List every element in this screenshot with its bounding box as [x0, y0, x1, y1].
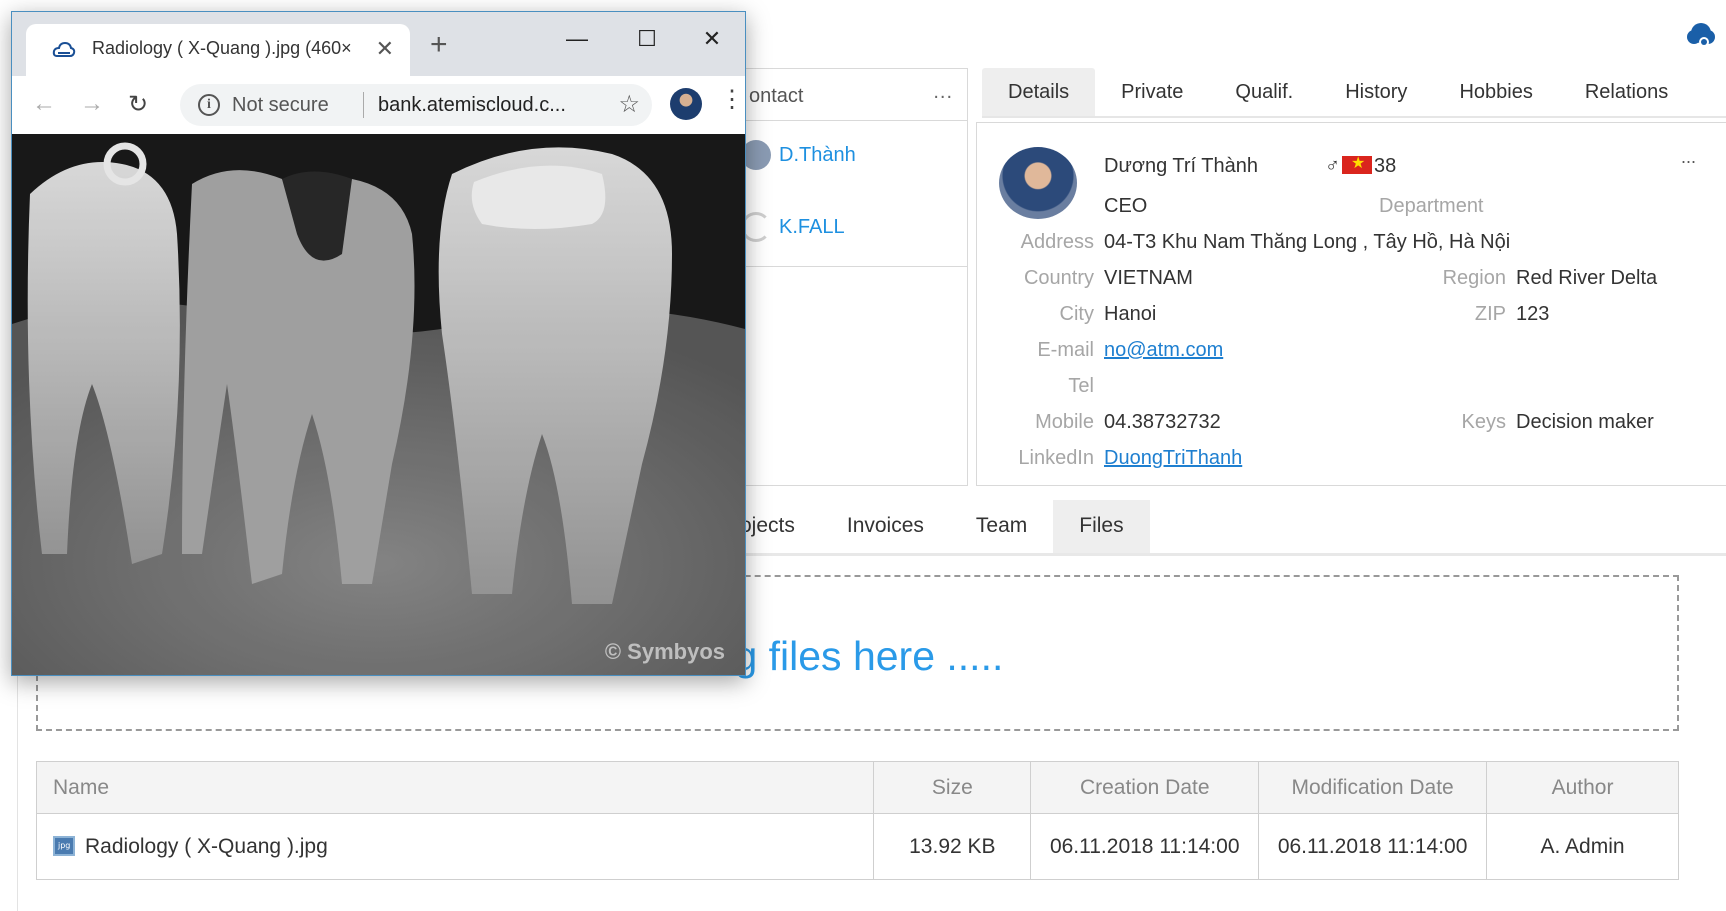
close-tab-icon[interactable]: ✕ [376, 36, 394, 62]
contact-item[interactable]: K.FALL [741, 209, 845, 245]
tab-team[interactable]: Team [950, 500, 1053, 553]
tab-private[interactable]: Private [1095, 68, 1209, 116]
cloud-favicon-icon [52, 41, 76, 57]
table-row[interactable]: Radiology ( X-Quang ).jpg 13.92 KB 06.11… [35, 813, 1679, 880]
zip-value: 123 [1516, 303, 1550, 325]
person-name: Dương Trí Thành [1104, 155, 1258, 177]
tab-qualif[interactable]: Qualif. [1209, 68, 1319, 116]
keys-label: Keys [1461, 411, 1506, 433]
contact-name: K.FALL [779, 215, 845, 238]
country-label: Country [1023, 267, 1094, 289]
new-tab-icon[interactable]: + [430, 30, 448, 60]
details-panel: Dương Trí Thành ♂ 38 ... CEO Department A… [976, 122, 1726, 486]
menu-kebab-icon[interactable]: ⋮ [720, 88, 744, 112]
contact-item[interactable]: D.Thành [741, 137, 856, 173]
divider [363, 92, 364, 118]
vietnam-flag-icon [1342, 153, 1372, 174]
minimize-icon[interactable]: — [542, 26, 612, 52]
details-more-button[interactable]: ... [1681, 147, 1696, 168]
contact-panel-title: ontact [749, 85, 804, 107]
tab-files[interactable]: Files [1053, 500, 1150, 553]
tab-invoices[interactable]: Invoices [821, 500, 950, 553]
tel-label: Tel [1068, 375, 1094, 397]
image-popup-window[interactable]: Radiology ( X-Quang ).jpg (460× ✕ + — ☐ … [11, 11, 746, 676]
gender-icon: ♂ [1325, 155, 1340, 177]
reload-icon[interactable]: ↻ [128, 90, 148, 119]
image-watermark: © Symbyos [604, 639, 725, 664]
keys-value: Decision maker [1516, 411, 1654, 433]
url-text[interactable]: bank.atemiscloud.c... [378, 94, 566, 117]
contact-name: D.Thành [779, 143, 856, 166]
mobile-label: Mobile [1035, 411, 1094, 433]
col-name-header[interactable]: Name [35, 761, 875, 814]
file-created: 06.11.2018 11:14:00 [1030, 813, 1260, 880]
details-tab-bar: Details Private Qualif. History Hobbies … [982, 68, 1726, 118]
dental-xray-graphic [12, 134, 745, 675]
tab-relations[interactable]: Relations [1559, 68, 1694, 116]
files-table: Name Size Creation Date Modification Dat… [35, 761, 1679, 880]
profile-avatar[interactable] [670, 88, 702, 120]
bookmark-star-icon[interactable]: ☆ [618, 90, 640, 119]
region-value: Red River Delta [1516, 267, 1658, 289]
xray-image: © Symbyos [12, 134, 745, 675]
city-value: Hanoi [1104, 303, 1157, 325]
security-label: Not secure [232, 94, 329, 116]
back-icon[interactable]: ← [32, 90, 56, 118]
linkedin-label: LinkedIn [1018, 447, 1094, 469]
person-photo [999, 147, 1077, 219]
col-author-header[interactable]: Author [1486, 761, 1679, 814]
linkedin-link[interactable]: DuongTriThanh [1104, 447, 1242, 470]
jpg-file-icon [53, 835, 75, 856]
contact-more-button[interactable]: ... [933, 81, 953, 104]
col-creation-header[interactable]: Creation Date [1030, 761, 1260, 814]
region-label: Region [1442, 267, 1506, 289]
tab-history[interactable]: History [1319, 68, 1433, 116]
file-modified: 06.11.2018 11:14:00 [1258, 813, 1488, 880]
forward-icon[interactable]: → [80, 90, 104, 118]
file-name: Radiology ( X-Quang ).jpg [85, 834, 328, 858]
zip-label: ZIP [1474, 303, 1506, 325]
address-label: Address [1020, 231, 1094, 253]
country-value: VIETNAM [1104, 267, 1193, 289]
address-bar[interactable]: i Not secure bank.atemiscloud.c... ☆ [180, 84, 652, 126]
person-position: CEO [1104, 195, 1148, 217]
email-label: E-mail [1037, 339, 1094, 361]
browser-tab[interactable]: Radiology ( X-Quang ).jpg (460× ✕ [26, 24, 410, 76]
browser-tab-title: Radiology ( X-Quang ).jpg (460× [92, 38, 352, 58]
tab-details[interactable]: Details [982, 68, 1096, 116]
city-label: City [1059, 303, 1094, 325]
col-modification-header[interactable]: Modification Date [1258, 761, 1488, 814]
close-window-icon[interactable]: ✕ [677, 26, 747, 52]
browser-toolbar: ← → ↻ i Not secure bank.atemiscloud.c...… [12, 76, 745, 134]
email-link[interactable]: no@atm.com [1104, 339, 1223, 362]
file-author: A. Admin [1486, 813, 1679, 880]
bottom-tab-bar: ojects Invoices Team Files [700, 500, 1726, 556]
tab-hobbies[interactable]: Hobbies [1433, 68, 1558, 116]
info-icon[interactable]: i [198, 94, 220, 116]
address-value: 04-T3 Khu Nam Thăng Long , Tây Hồ, Hà Nộ… [1104, 231, 1511, 253]
window-titlebar[interactable]: Radiology ( X-Quang ).jpg (460× ✕ + — ☐ … [12, 12, 745, 76]
file-size: 13.92 KB [873, 813, 1032, 880]
col-size-header[interactable]: Size [873, 761, 1032, 814]
mobile-value: 04.38732732 [1104, 411, 1221, 433]
person-age: 38 [1374, 155, 1397, 177]
gender-age: ♂ 38 [1325, 153, 1397, 178]
file-name-cell[interactable]: Radiology ( X-Quang ).jpg [35, 813, 875, 880]
department-label: Department [1379, 195, 1484, 217]
maximize-icon[interactable]: ☐ [612, 26, 682, 52]
cloud-logo-icon[interactable] [1686, 20, 1716, 50]
table-header-row: Name Size Creation Date Modification Dat… [35, 761, 1679, 814]
